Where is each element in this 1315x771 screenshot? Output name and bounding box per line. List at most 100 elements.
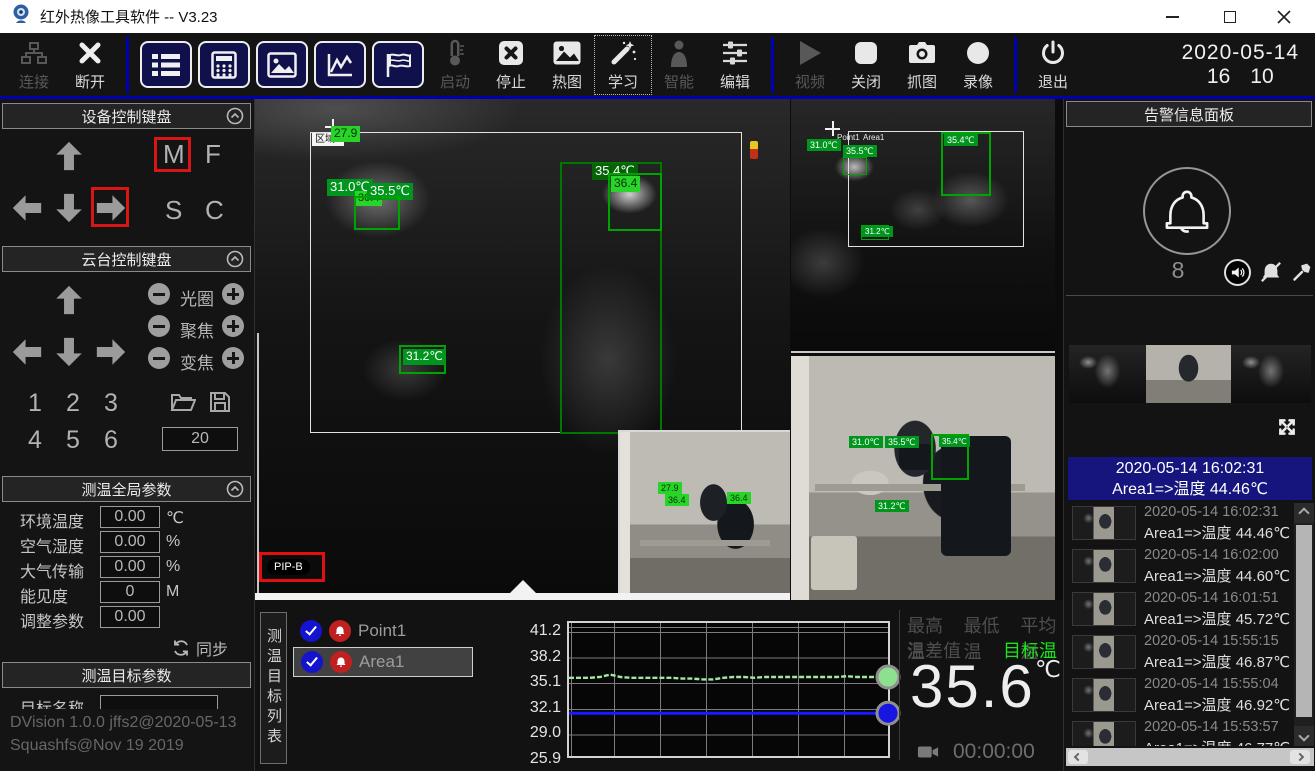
device-up-button[interactable] bbox=[52, 139, 86, 173]
scroll-down-button[interactable] bbox=[1294, 726, 1314, 746]
ptz-down-button[interactable] bbox=[52, 335, 86, 369]
alarm-row[interactable]: 2020-05-14 16:02:31Area1=>温度 44.46℃ bbox=[1066, 503, 1294, 545]
alarm-thumbnail-visible[interactable] bbox=[1146, 345, 1231, 403]
edit-button[interactable]: 编辑 bbox=[707, 36, 763, 94]
visible-subview[interactable]: 31.0℃ 35.5℃ 35.4℃ 31.2℃ bbox=[791, 356, 1055, 600]
curve-button[interactable] bbox=[314, 41, 366, 88]
ptz-left-button[interactable] bbox=[10, 335, 44, 369]
device-left-button[interactable] bbox=[10, 191, 44, 225]
alarm-row[interactable]: 2020-05-14 15:55:04Area1=>温度 46.92℃ bbox=[1066, 675, 1294, 717]
current-alarm-banner[interactable]: 2020-05-14 16:02:31 Area1=>温度 44.46℃ bbox=[1068, 457, 1312, 500]
checkbox-checked-icon[interactable] bbox=[301, 651, 323, 673]
checkbox-checked-icon[interactable] bbox=[300, 620, 322, 642]
alarm-mute-button[interactable] bbox=[1260, 261, 1282, 288]
focus-minus-button[interactable] bbox=[148, 315, 170, 337]
preset-load-button[interactable] bbox=[170, 391, 196, 418]
thermal-subview[interactable]: Point1 Area1 31.0℃ 35.5℃ 35.4℃ 31.2℃ bbox=[791, 99, 1055, 353]
ptz-up-button[interactable] bbox=[52, 283, 86, 317]
collapse-up-icon[interactable] bbox=[226, 107, 244, 125]
scroll-up-button[interactable] bbox=[1294, 503, 1314, 523]
alarm-row[interactable]: 2020-05-14 15:55:15Area1=>温度 46.87℃ bbox=[1066, 632, 1294, 674]
visibility-input[interactable] bbox=[100, 581, 160, 603]
iris-plus-button[interactable] bbox=[222, 283, 244, 305]
temp-label: 35.5℃ bbox=[843, 145, 877, 157]
alarm-bell-small-icon[interactable] bbox=[330, 651, 352, 673]
save-icon bbox=[208, 390, 232, 414]
alarm-row-thumbnail bbox=[1072, 721, 1136, 746]
minimize-button[interactable] bbox=[1149, 0, 1195, 33]
preset-save-button[interactable] bbox=[208, 390, 232, 419]
expand-button[interactable] bbox=[1277, 417, 1297, 442]
preset-key-2[interactable]: 2 bbox=[66, 389, 80, 418]
humidity-input[interactable] bbox=[100, 531, 160, 553]
alarm-thumbnail-thermal[interactable] bbox=[1231, 345, 1311, 403]
vertical-scroll-thumb[interactable] bbox=[1296, 525, 1312, 717]
list-icon bbox=[151, 52, 181, 78]
device-right-button[interactable] bbox=[94, 191, 128, 225]
global-params-header[interactable]: 测温全局参数 bbox=[2, 476, 251, 502]
scroll-right-button[interactable] bbox=[1290, 750, 1310, 764]
alarm-row-time: 2020-05-14 15:53:57 bbox=[1144, 719, 1279, 735]
learn-button[interactable]: 学习 bbox=[595, 36, 651, 94]
preset-key-4[interactable]: 4 bbox=[28, 426, 42, 455]
target-name-input[interactable] bbox=[100, 695, 218, 709]
target-row-area1[interactable]: Area1 bbox=[293, 647, 473, 677]
ambient-temp-input[interactable] bbox=[100, 506, 160, 528]
adjust-param-input[interactable] bbox=[100, 606, 160, 628]
gallery-button[interactable] bbox=[256, 41, 308, 88]
device-keypad-header[interactable]: 设备控制键盘 bbox=[2, 103, 251, 129]
stop-button[interactable]: 停止 bbox=[483, 36, 539, 94]
alarm-thumbnail-thermal[interactable] bbox=[1069, 345, 1146, 403]
zoom-minus-button[interactable] bbox=[148, 347, 170, 369]
sync-button[interactable]: 同步 bbox=[172, 636, 228, 660]
exit-button[interactable]: 退出 bbox=[1025, 36, 1081, 94]
matrix-button[interactable] bbox=[198, 41, 250, 88]
device-key-s[interactable]: S bbox=[165, 195, 182, 226]
view-bottom-pointer[interactable] bbox=[510, 580, 536, 593]
zoom-plus-button[interactable] bbox=[222, 347, 244, 369]
pip-mode-badge: PIP-B bbox=[267, 559, 310, 575]
transmission-input[interactable] bbox=[100, 556, 160, 578]
snapshot-button[interactable]: 抓图 bbox=[894, 36, 950, 94]
alarm-row[interactable]: 2020-05-14 16:01:51Area1=>温度 45.72℃ bbox=[1066, 589, 1294, 631]
focus-plus-button[interactable] bbox=[222, 315, 244, 337]
device-key-f[interactable]: F bbox=[205, 139, 221, 170]
scroll-left-button[interactable] bbox=[1068, 750, 1088, 764]
preset-key-1[interactable]: 1 bbox=[28, 389, 42, 418]
close-window-button[interactable] bbox=[1261, 0, 1307, 33]
main-thermal-view[interactable]: 区域1 27.9 31.0℃ 36.4 35.5℃ 35.4℃ 36.4 31.… bbox=[255, 99, 790, 600]
visible-inset-view[interactable]: 27.9 36.4 36.4 bbox=[618, 430, 790, 600]
target-params-header[interactable]: 测温目标参数 bbox=[2, 662, 251, 688]
record-button[interactable]: 录像 bbox=[950, 36, 1006, 94]
menu-list-button[interactable] bbox=[140, 41, 192, 88]
ptz-right-button[interactable] bbox=[94, 335, 128, 369]
preset-key-5[interactable]: 5 bbox=[66, 426, 80, 455]
param-label: 环境温度 bbox=[20, 508, 102, 532]
alarm-bell-button[interactable] bbox=[1143, 167, 1231, 255]
horizontal-scrollbar[interactable] bbox=[1066, 748, 1314, 766]
alarm-bell-small-icon[interactable] bbox=[329, 620, 351, 642]
target-row-point1[interactable]: Point1 bbox=[293, 616, 473, 646]
ptz-keypad-header[interactable]: 云台控制键盘 bbox=[2, 246, 251, 272]
flag-button[interactable] bbox=[372, 41, 424, 88]
heatmap-button[interactable]: 热图 bbox=[539, 36, 595, 94]
collapse-up-icon[interactable] bbox=[226, 250, 244, 268]
close-stream-button[interactable]: 关闭 bbox=[838, 36, 894, 94]
iris-minus-button[interactable] bbox=[148, 283, 170, 305]
collapse-up-icon[interactable] bbox=[226, 480, 244, 498]
alarm-row[interactable]: 2020-05-14 16:02:00Area1=>温度 44.60℃ bbox=[1066, 546, 1294, 588]
preset-key-6[interactable]: 6 bbox=[104, 426, 118, 455]
preset-key-3[interactable]: 3 bbox=[104, 389, 118, 418]
scene-machine bbox=[811, 536, 857, 590]
alarm-row[interactable]: 2020-05-14 15:53:57Area1=>温度 46.77℃ bbox=[1066, 718, 1294, 746]
maximize-button[interactable] bbox=[1207, 0, 1253, 33]
folder-open-icon bbox=[170, 391, 196, 413]
device-key-c[interactable]: C bbox=[205, 195, 224, 226]
alarm-sound-button[interactable] bbox=[1224, 259, 1251, 286]
device-down-button[interactable] bbox=[52, 191, 86, 225]
preset-number-input[interactable] bbox=[162, 427, 238, 451]
device-key-m[interactable]: M bbox=[163, 139, 185, 170]
disconnect-button[interactable]: 断开 bbox=[62, 36, 118, 94]
alarm-tool-button[interactable] bbox=[1292, 262, 1312, 287]
temp-label: 31.0℃ bbox=[807, 139, 841, 151]
